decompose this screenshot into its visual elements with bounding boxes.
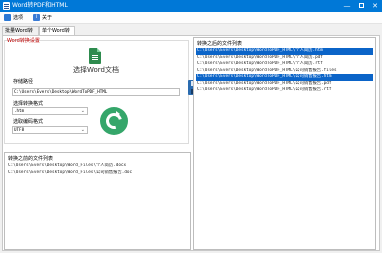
menu-about[interactable]: i 关于 bbox=[33, 14, 52, 23]
chevron-down-icon: ⌄ bbox=[80, 127, 85, 133]
list-item[interactable]: C:\Users\Evers\Desktop\Word_Files\公司销售报告… bbox=[7, 170, 188, 177]
chevron-down-icon: ⌄ bbox=[80, 108, 85, 114]
before-file-list[interactable]: 转换之前的文件列表 C:\Users\Evers\Desktop\Word_Fi… bbox=[4, 152, 191, 250]
maximize-button[interactable] bbox=[354, 0, 368, 12]
format-select[interactable]: .htm ⌄ bbox=[12, 107, 88, 115]
after-list-title: 转换之后的文件列表 bbox=[197, 41, 243, 47]
menu-options[interactable]: 选项 bbox=[4, 14, 23, 23]
after-file-list[interactable]: 转换之后的文件列表 C:\Users\Evers\Desktop\WordToP… bbox=[193, 37, 376, 250]
choose-word-button[interactable]: 选择Word文档 bbox=[60, 65, 132, 75]
save-path-label: 存储路径 bbox=[13, 79, 34, 85]
maximize-icon bbox=[358, 3, 364, 8]
info-icon: i bbox=[33, 14, 40, 21]
title-bar[interactable]: Word转PDF和HTML — ✕ bbox=[0, 0, 382, 12]
app-icon bbox=[3, 2, 10, 10]
menu-bar: 选项 i 关于 bbox=[0, 12, 382, 24]
format-label: 选择转换格式 bbox=[13, 101, 44, 107]
format-select-value: .htm bbox=[14, 108, 25, 113]
tab-batch-convert[interactable]: 批量Word转换 bbox=[2, 26, 39, 43]
tab-single-convert[interactable]: 单个Word转换 bbox=[39, 26, 75, 43]
encoding-select-value: UTF8 bbox=[14, 127, 25, 132]
app-window: Word转PDF和HTML — ✕ 选项 i关于 批量Word转换 单个Word… bbox=[0, 0, 382, 253]
list-item[interactable]: C:\Users\Evers\Desktop\WordToPDF_HTML\公司… bbox=[196, 87, 373, 94]
refresh-arrow-icon bbox=[116, 111, 120, 117]
menu-about-label: 关于 bbox=[42, 15, 53, 21]
settings-group-title: Word转换设置 bbox=[7, 38, 40, 44]
word-document-icon[interactable] bbox=[89, 48, 101, 64]
close-button[interactable]: ✕ bbox=[368, 0, 382, 12]
settings-icon bbox=[4, 14, 11, 21]
window-title: Word转PDF和HTML bbox=[12, 2, 68, 9]
before-list-title: 转换之前的文件列表 bbox=[8, 156, 54, 162]
menu-options-label: 选项 bbox=[13, 15, 24, 21]
encoding-label: 选取编码格式 bbox=[13, 119, 44, 125]
encoding-select[interactable]: UTF8 ⌄ bbox=[12, 126, 88, 134]
minimize-button[interactable]: — bbox=[340, 0, 354, 12]
save-path-input[interactable]: C:\Users\Evers\Desktop\WordToPDF_HTML bbox=[12, 88, 180, 96]
convert-button[interactable] bbox=[100, 107, 128, 135]
refresh-icon bbox=[103, 110, 125, 132]
